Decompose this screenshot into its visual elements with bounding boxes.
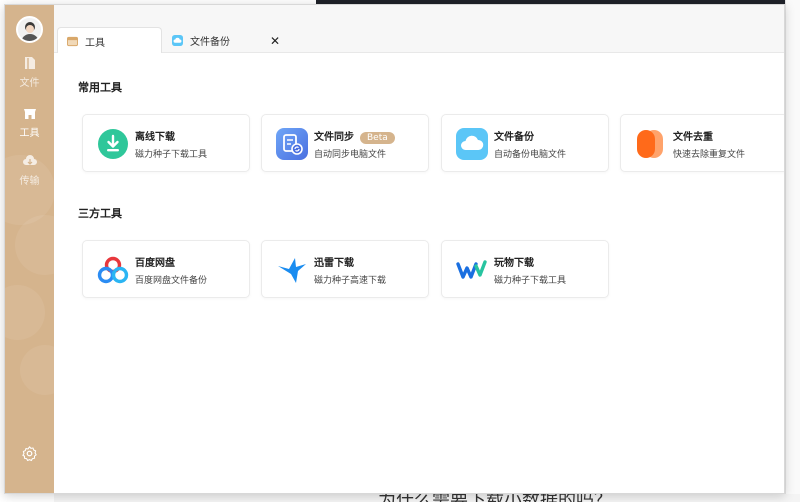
- card-file-backup[interactable]: 文件备份 自动备份电脑文件: [441, 114, 609, 172]
- tab-file-backup[interactable]: 文件备份 ✕: [172, 27, 282, 54]
- tab-tools[interactable]: 工具: [57, 27, 162, 54]
- tools-page: 常用工具 离线下载 磁力种子下载工具 文件同步 Beta 自动同步电脑文件 文件…: [54, 53, 784, 493]
- tab-label: 文件备份: [190, 37, 230, 48]
- card-file-dedup[interactable]: 文件去重 快速去除重复文件: [620, 114, 784, 172]
- card-description: 快速去除重复文件: [673, 150, 746, 160]
- tab-bar: 工具 文件备份 ✕ — ☐ ✕: [54, 5, 784, 54]
- card-title: 文件同步 Beta: [314, 128, 395, 144]
- card-description: 磁力种子高速下载: [314, 276, 387, 286]
- app-window: 文件 工具 传输 工具 文件备份 ✕ 常用工具 离线下载 磁力种子下载工具 文件…: [4, 4, 785, 494]
- sidebar-item-tools[interactable]: 工具: [5, 105, 54, 139]
- card-baidu-netdisk[interactable]: 百度网盘 百度网盘文件备份: [82, 240, 250, 298]
- card-title: 离线下载: [135, 132, 175, 143]
- sidebar-item-label: 工具: [19, 128, 40, 139]
- tab-close-icon[interactable]: ✕: [270, 34, 282, 48]
- card-thunder-download[interactable]: 迅雷下载 磁力种子高速下载: [261, 240, 429, 298]
- section-title-common-tools: 常用工具: [78, 81, 122, 94]
- sidebar-item-transfer[interactable]: 传输: [5, 153, 54, 187]
- card-description: 百度网盘文件备份: [135, 276, 208, 286]
- card-title: 文件去重: [673, 132, 713, 143]
- sidebar-item-label: 文件: [19, 78, 40, 89]
- card-description: 磁力种子下载工具: [494, 276, 567, 286]
- sidebar-decoration: [20, 345, 54, 395]
- sidebar-item-files[interactable]: 文件: [5, 55, 54, 89]
- dedup-icon: [637, 130, 663, 158]
- card-offline-download[interactable]: 离线下载 磁力种子下载工具: [82, 114, 250, 172]
- settings-gear-icon[interactable]: [21, 445, 38, 462]
- store-icon: [23, 109, 36, 119]
- wanwu-icon: [456, 260, 487, 279]
- thunder-icon: [278, 258, 306, 283]
- tab-label: 工具: [85, 37, 105, 49]
- sidebar: 文件 工具 传输: [5, 5, 54, 493]
- baidu-icon: [97, 256, 129, 284]
- card-wanwu-download[interactable]: 玩物下载 磁力种子下载工具: [441, 240, 609, 298]
- sidebar-decoration: [5, 285, 45, 340]
- card-file-sync[interactable]: 文件同步 Beta 自动同步电脑文件: [261, 114, 429, 172]
- toolbox-icon: [67, 36, 78, 46]
- sidebar-item-label: 传输: [19, 176, 40, 187]
- section-title-third-party-tools: 三方工具: [78, 207, 122, 220]
- beta-badge: Beta: [360, 132, 395, 144]
- user-avatar[interactable]: [16, 16, 43, 43]
- card-title: 文件备份: [494, 132, 534, 143]
- cloud-icon: [172, 35, 183, 46]
- card-description: 自动同步电脑文件: [314, 150, 387, 160]
- card-title: 玩物下载: [494, 258, 534, 269]
- sync-icon: [276, 128, 308, 160]
- card-title: 百度网盘: [135, 258, 175, 269]
- download-icon: [98, 129, 128, 159]
- card-title: 迅雷下载: [314, 258, 354, 269]
- cloud-icon: [456, 128, 488, 160]
- card-description: 磁力种子下载工具: [135, 150, 208, 160]
- cloud-transfer-icon: [22, 155, 37, 165]
- background-window-edge: [785, 0, 800, 502]
- card-title-text: 文件同步: [314, 132, 354, 143]
- folder-icon: [24, 57, 35, 69]
- card-description: 自动备份电脑文件: [494, 150, 567, 160]
